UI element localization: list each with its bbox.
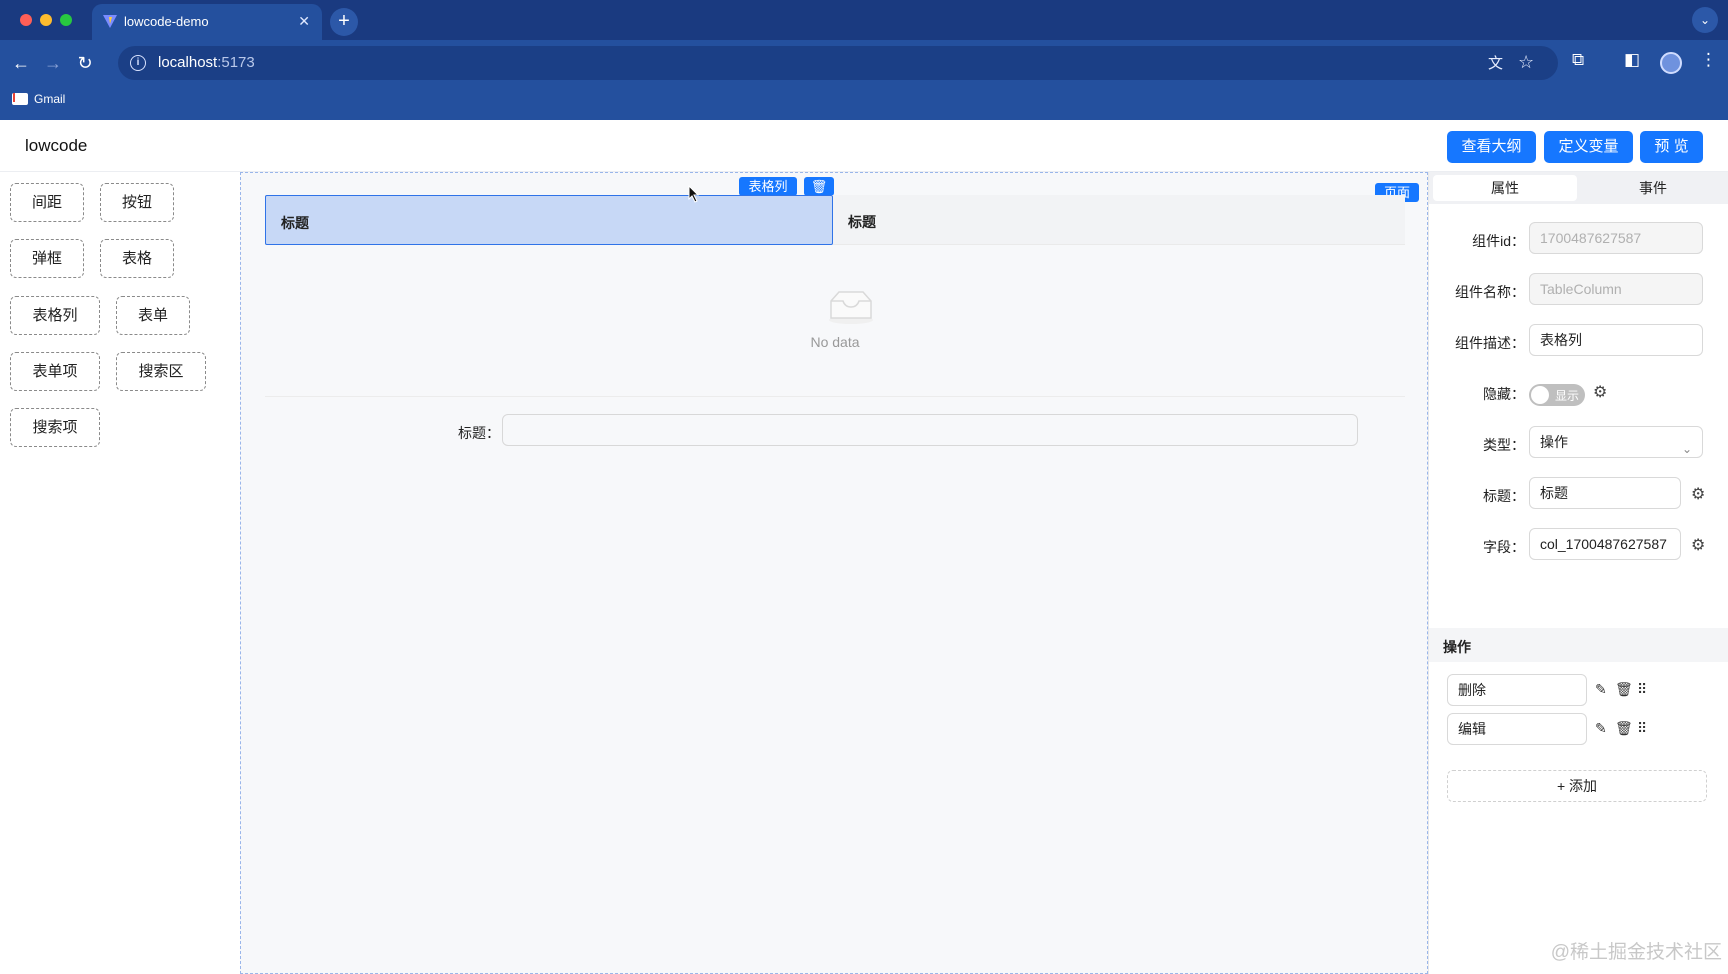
hidden-settings-gear-icon[interactable]: ⚙ [1593, 382, 1607, 402]
back-arrow-icon[interactable]: ← [8, 50, 34, 76]
trash-icon[interactable]: 🗑 [1615, 720, 1633, 737]
watermark: @稀土掘金技术社区 [1550, 942, 1722, 963]
component-desc-input[interactable]: 表格列 [1529, 324, 1703, 356]
type-select-value: 操作 [1540, 434, 1568, 450]
component-id-input[interactable]: 1700487627587 [1529, 222, 1703, 254]
toggle-knob [1531, 386, 1549, 404]
bookmark-star-icon[interactable]: ☆ [1518, 52, 1534, 73]
close-window-button[interactable] [20, 14, 32, 26]
type-select[interactable]: 操作 ⌄ [1529, 426, 1703, 458]
component-search-item[interactable]: 搜索项 [10, 408, 100, 447]
drag-handle-icon[interactable]: ⠿ [1637, 720, 1647, 737]
properties-panel: 属性 事件 组件id： 1700487627587 组件名称： TableCol… [1428, 172, 1728, 974]
browser-nav-bar: ← → ↻ i localhost:5173 文 ☆ ⧉ ◧ ⋮ [0, 40, 1728, 86]
toggle-text: 显示 [1555, 389, 1580, 403]
field-input[interactable]: col_1700487627587 [1529, 528, 1681, 560]
title-settings-gear-icon[interactable]: ⚙ [1691, 484, 1705, 504]
operations-section-title: 操作 [1429, 628, 1728, 662]
chevron-down-icon: ⌄ [1681, 442, 1692, 456]
app-title: lowcode [25, 136, 88, 155]
component-button[interactable]: 按钮 [100, 183, 174, 222]
side-panel-icon[interactable]: ◧ [1624, 50, 1640, 70]
component-table[interactable]: 表格 [100, 239, 174, 278]
bookmarks-bar: Gmail [0, 86, 1728, 120]
component-palette: 间距 按钮 弹框 表格 表格列 表单 表单项 搜索区 搜索项 [0, 172, 240, 974]
component-desc-label: 组件描述： [1455, 335, 1525, 351]
table-header: 标题 标题 [265, 195, 1405, 245]
drag-handle-icon[interactable]: ⠿ [1637, 681, 1647, 698]
browser-menu-icon[interactable]: ⋮ [1700, 50, 1717, 70]
minimize-window-button[interactable] [40, 14, 52, 26]
screen: lowcode-demo ✕ + ⌄ ← → ↻ i localhost:517… [0, 0, 1728, 974]
component-name-label: 组件名称： [1455, 284, 1525, 300]
title-input[interactable]: 标题 [1529, 477, 1681, 509]
reload-icon[interactable]: ↻ [72, 50, 98, 76]
trash-icon[interactable]: 🗑 [1615, 681, 1633, 698]
operation-edit-input[interactable]: 编辑 [1447, 713, 1587, 745]
tab-events[interactable]: 事件 [1581, 175, 1725, 201]
table-column-selected[interactable]: 标题 [265, 195, 833, 245]
tab-title: lowcode-demo [124, 14, 209, 29]
tab-properties[interactable]: 属性 [1433, 175, 1577, 201]
mouse-cursor-icon [688, 185, 700, 203]
type-label: 类型： [1483, 437, 1525, 453]
component-form-item[interactable]: 表单项 [10, 352, 100, 391]
bookmark-gmail-label: Gmail [34, 92, 66, 106]
vite-logo-icon [103, 15, 117, 28]
component-modal[interactable]: 弹框 [10, 239, 84, 278]
app-header: lowcode 查看大纲 定义变量 预 览 [0, 120, 1728, 172]
empty-inbox-icon [829, 291, 873, 324]
address-bar[interactable]: i localhost:5173 文 ☆ [118, 46, 1558, 80]
delete-component-trash-icon[interactable]: 🗑 [804, 177, 834, 196]
title-label: 标题： [1483, 488, 1525, 504]
tab-search-chevron-icon[interactable]: ⌄ [1692, 7, 1718, 33]
outline-button[interactable]: 查看大纲 [1447, 131, 1536, 163]
hidden-label: 隐藏： [1483, 386, 1525, 402]
component-search-area[interactable]: 搜索区 [116, 352, 206, 391]
tab-close-icon[interactable]: ✕ [298, 13, 310, 30]
edit-pencil-icon[interactable]: ✎ [1595, 681, 1607, 698]
zoom-window-button[interactable] [60, 14, 72, 26]
selected-component-tag: 表格列 [739, 177, 797, 196]
field-label: 字段： [1483, 539, 1525, 555]
extensions-puzzle-icon[interactable]: ⧉ [1572, 50, 1584, 70]
hidden-toggle[interactable]: 显示 [1529, 384, 1585, 406]
define-variables-button[interactable]: 定义变量 [1544, 131, 1633, 163]
component-name-input[interactable]: TableColumn [1529, 273, 1703, 305]
browser-tab[interactable]: lowcode-demo ✕ [92, 4, 322, 40]
design-canvas[interactable]: 表格列 🗑 页面 标题 标题 No data 标题： [240, 172, 1428, 974]
form-item-input[interactable] [502, 414, 1358, 446]
component-table-column[interactable]: 表格列 [10, 296, 100, 335]
app-root: lowcode 查看大纲 定义变量 预 览 间距 按钮 弹框 表格 表格列 表单… [0, 120, 1728, 974]
component-id-label: 组件id： [1472, 233, 1525, 249]
table-empty-state: No data [265, 245, 1405, 397]
add-operation-button[interactable]: + 添加 [1447, 770, 1707, 802]
component-spacing[interactable]: 间距 [10, 183, 84, 222]
preview-button[interactable]: 预 览 [1640, 131, 1703, 163]
new-tab-button[interactable]: + [330, 8, 358, 36]
bookmark-gmail[interactable]: Gmail [12, 92, 65, 106]
forward-arrow-icon[interactable]: → [40, 50, 66, 76]
table-column[interactable]: 标题 [848, 212, 876, 232]
panel-tabs: 属性 事件 [1429, 172, 1728, 204]
form-item-label: 标题： [458, 425, 500, 441]
browser-tab-bar: lowcode-demo ✕ + ⌄ [0, 0, 1728, 40]
component-form[interactable]: 表单 [116, 296, 190, 335]
empty-text: No data [810, 334, 860, 350]
profile-avatar[interactable] [1660, 52, 1682, 74]
translate-icon[interactable]: 文 [1488, 52, 1503, 73]
gmail-icon [12, 93, 28, 105]
field-settings-gear-icon[interactable]: ⚙ [1691, 535, 1705, 555]
site-info-icon[interactable]: i [130, 55, 146, 71]
operation-delete-input[interactable]: 删除 [1447, 674, 1587, 706]
url-text: localhost:5173 [158, 54, 255, 71]
edit-pencil-icon[interactable]: ✎ [1595, 720, 1607, 737]
